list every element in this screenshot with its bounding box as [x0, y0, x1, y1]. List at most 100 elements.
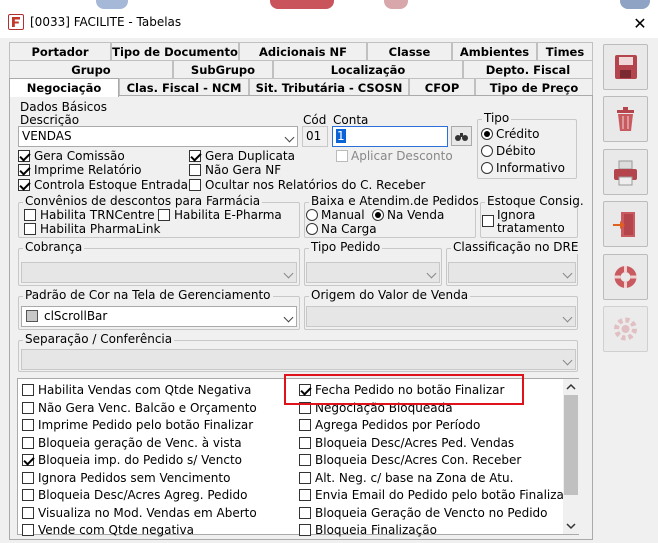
option-checkbox[interactable] [299, 489, 311, 501]
ocultar-relatorios-checkbox[interactable] [189, 179, 201, 191]
option-checkbox[interactable] [299, 506, 311, 519]
option-checkbox[interactable] [22, 436, 34, 449]
tab-classe[interactable]: Classe [367, 42, 452, 60]
ignora-tratamento-checkbox[interactable] [482, 215, 494, 227]
tab-clas-fiscal-ncm[interactable]: Clas. Fiscal - NCM [119, 78, 249, 96]
option-label: Bloqueia Desc/Acres Agreg. Pedido [38, 488, 248, 502]
tab-strip: Portador Tipo de Documento Adicionais NF… [9, 42, 593, 98]
epharma-checkbox[interactable] [158, 209, 170, 221]
origem-combo[interactable] [306, 306, 576, 327]
aplicar-desconto-label: Aplicar Desconto [351, 149, 453, 163]
tab-subgrupo[interactable]: SubGrupo [173, 60, 273, 78]
credito-radio[interactable] [481, 128, 493, 140]
cod-field[interactable]: 01 [302, 126, 328, 147]
epharma-label: Habilita E-Pharma [174, 208, 282, 222]
nao-gera-nf-checkbox[interactable] [189, 164, 201, 176]
option-label: Agrega Pedidos por Período [315, 418, 481, 432]
trash-icon [617, 107, 634, 131]
tab-localizacao[interactable]: Localização [273, 60, 463, 78]
scroll-up-icon[interactable] [563, 379, 579, 395]
option-label: Bloqueia Finalização [315, 523, 437, 537]
classificacao-combo[interactable] [448, 262, 576, 283]
tab-negociacao[interactable]: Negociação [9, 78, 119, 97]
close-button[interactable]: ✕ [628, 14, 652, 34]
chevron-down-icon [562, 312, 573, 323]
chevron-down-icon [562, 355, 573, 366]
descricao-value: VENDAS [22, 129, 72, 143]
option-label: Não Gera Venc. Balcão e Orçamento [38, 400, 257, 415]
option-checkbox[interactable] [299, 454, 311, 466]
separacao-combo[interactable] [21, 349, 576, 370]
option-checkbox[interactable] [299, 524, 311, 536]
tab-portador[interactable]: Portador [9, 42, 111, 60]
save-button[interactable] [603, 44, 648, 90]
option-label: Bloqueia geração de Venc. à vista [38, 435, 242, 450]
trncentre-label: Habilita TRNCentre [40, 208, 155, 222]
option-label: Bloqueia Desc/Acres Con. Receber [315, 453, 522, 467]
na-venda-radio[interactable] [372, 209, 384, 221]
descricao-label: Descrição [20, 113, 80, 127]
delete-button[interactable] [603, 96, 648, 142]
aplicar-desconto-checkbox[interactable] [336, 150, 348, 162]
gera-duplicata-checkbox[interactable] [189, 150, 201, 162]
chevron-down-icon [283, 312, 294, 323]
help-button[interactable] [603, 254, 648, 300]
tab-times[interactable]: Times [537, 42, 593, 60]
exit-button[interactable] [603, 201, 648, 247]
chevron-down-icon [284, 132, 295, 143]
option-label: Habilita Vendas com Qtde Negativa [38, 383, 252, 397]
tab-depto-fiscal[interactable]: Depto. Fiscal [463, 60, 593, 78]
gear-icon [614, 317, 637, 341]
option-checkbox[interactable] [299, 419, 311, 431]
print-button[interactable] [603, 149, 648, 195]
taskbar-fragment [270, 0, 334, 9]
option-checkbox[interactable] [22, 419, 34, 431]
binoculars-button[interactable] [451, 126, 472, 146]
separacao-label: Separação / Conferência [23, 332, 175, 346]
gera-comissao-label: Gera Comissão [34, 149, 125, 163]
option-checkbox[interactable] [22, 524, 34, 536]
taskbar-fragment [384, 0, 408, 9]
descricao-combo[interactable]: VENDAS [18, 126, 298, 147]
option-label: Vende com Qtde negativa [38, 523, 194, 537]
padrao-cor-value: clScrollBar [44, 309, 108, 323]
imprime-relatorio-checkbox[interactable] [18, 164, 30, 176]
tipo-pedido-combo[interactable] [306, 262, 440, 283]
tab-tipo-preco[interactable]: Tipo de Preço [475, 78, 593, 96]
cod-label: Cód [303, 113, 327, 127]
vertical-scrollbar[interactable] [563, 379, 579, 534]
tipo-pedido-label: Tipo Pedido [309, 240, 383, 254]
conta-input[interactable]: 1 [332, 126, 448, 147]
tab-tipo-documento[interactable]: Tipo de Documento [111, 42, 239, 60]
option-label: Imprime Pedido pelo botão Finalizar [38, 418, 254, 432]
option-checkbox[interactable] [299, 436, 311, 449]
informativo-radio[interactable] [481, 162, 493, 174]
padrao-cor-combo[interactable]: clScrollBar [21, 306, 297, 327]
option-checkbox[interactable] [22, 401, 34, 414]
controla-estoque-label: Controla Estoque Entrada [34, 178, 188, 192]
cobranca-combo[interactable] [21, 262, 297, 283]
tab-sit-tributaria[interactable]: Sit. Tributária - CSOSN [249, 78, 409, 96]
tab-cfop[interactable]: CFOP [409, 78, 475, 96]
padrao-cor-label: Padrão de Cor na Tela de Gerenciamento [23, 288, 273, 302]
exit-door-icon [613, 212, 635, 237]
tab-adicionais-nf[interactable]: Adicionais NF [239, 42, 367, 60]
option-checkbox[interactable] [299, 471, 311, 484]
option-checkbox[interactable] [22, 489, 34, 501]
controla-estoque-checkbox[interactable] [18, 179, 30, 191]
pharmalink-checkbox[interactable] [24, 223, 36, 235]
option-checkbox[interactable] [22, 454, 34, 466]
gera-comissao-checkbox[interactable] [18, 150, 30, 162]
option-checkbox[interactable] [22, 471, 34, 484]
tab-grupo[interactable]: Grupo [9, 60, 173, 78]
debito-radio[interactable] [481, 145, 493, 157]
manual-radio[interactable] [306, 209, 318, 221]
option-checkbox[interactable] [22, 506, 34, 519]
tab-ambientes[interactable]: Ambientes [452, 42, 537, 60]
scroll-down-icon[interactable] [563, 518, 579, 534]
scrollbar-thumb[interactable] [564, 395, 578, 495]
na-carga-radio[interactable] [306, 223, 318, 235]
settings-button[interactable] [603, 306, 648, 352]
trncentre-checkbox[interactable] [24, 209, 36, 221]
option-checkbox[interactable] [22, 384, 34, 396]
